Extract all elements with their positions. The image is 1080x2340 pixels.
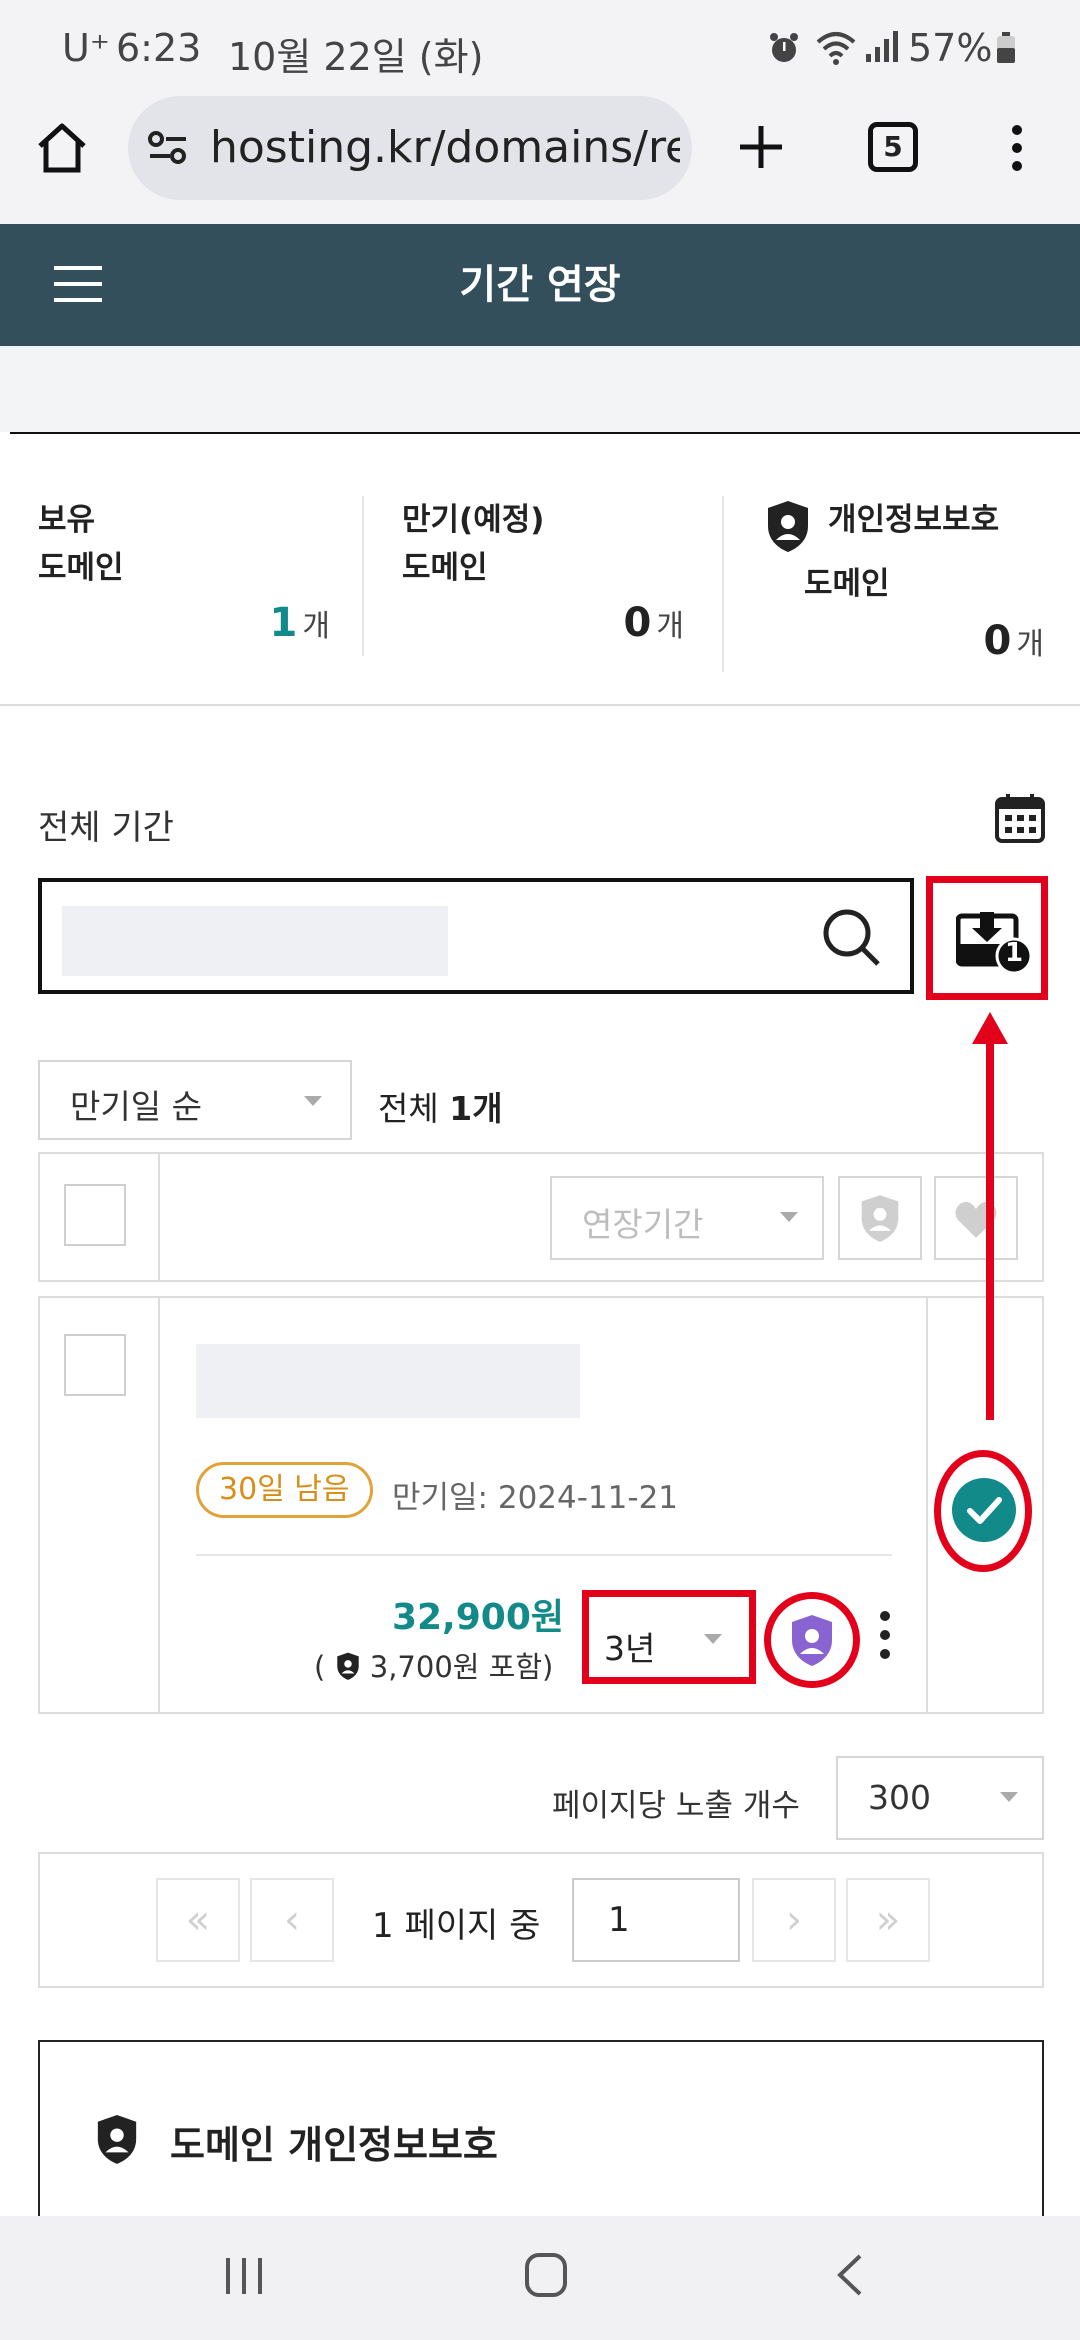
battery-icon <box>996 32 1016 68</box>
clock: 6:23 <box>116 26 202 70</box>
arrow-annotation <box>970 1010 1010 1424</box>
next-page-button[interactable]: › <box>752 1878 836 1962</box>
divider <box>158 1296 160 1714</box>
home-nav-icon[interactable] <box>524 2252 568 2302</box>
site-settings-icon[interactable] <box>146 126 190 174</box>
summary-top-border <box>10 432 1080 434</box>
shield-icon <box>94 2112 140 2170</box>
chevron-down-icon <box>1000 1792 1018 1802</box>
search-text-redacted <box>62 906 448 976</box>
shield-icon <box>336 1652 359 1680</box>
period-label[interactable]: 전체 기간 <box>38 800 174 849</box>
privacy-label-1: 개인정보보호 <box>828 502 1000 538</box>
shield-icon <box>858 1192 902 1248</box>
divider <box>196 1554 892 1556</box>
divider <box>158 1152 160 1282</box>
shield-icon <box>764 498 812 558</box>
plus-icon[interactable] <box>736 122 786 176</box>
check-circle-icon[interactable] <box>950 1476 1018 1548</box>
url-text[interactable]: hosting.kr/domains/re <box>210 122 680 173</box>
domain-name-redacted <box>196 1344 580 1418</box>
back-icon[interactable] <box>834 2252 864 2302</box>
price: 32,900원 <box>391 1597 564 1638</box>
last-page-button[interactable]: » <box>846 1878 930 1962</box>
chevron-down-icon <box>304 1096 322 1106</box>
carrier-label: U⁺ <box>62 26 110 70</box>
page-title: 기간 연장 <box>459 262 621 308</box>
per-page-value: 300 <box>868 1778 931 1817</box>
owned-label-1: 보유 <box>38 502 96 538</box>
date-label: 10월 22일 (화) <box>228 35 484 79</box>
expiry-date: 만기일: 2024-11-21 <box>392 1480 679 1516</box>
first-page-button[interactable]: « <box>156 1878 240 1962</box>
sort-selected: 만기일 순 <box>70 1087 202 1126</box>
summary-card <box>0 432 1080 706</box>
battery-level: 57% <box>908 26 993 70</box>
row-checkbox[interactable] <box>64 1334 126 1396</box>
period-select[interactable]: 3년 <box>604 1622 655 1670</box>
divider <box>926 1296 928 1714</box>
divider <box>722 496 724 672</box>
page-info: 1 페이지 중 <box>372 1906 541 1946</box>
select-all-checkbox[interactable] <box>64 1184 126 1246</box>
privacy-section-title: 도메인 개인정보보호 <box>170 2123 498 2167</box>
expiring-label-2: 도메인 <box>402 550 488 586</box>
download-badge: 1 <box>1004 938 1024 968</box>
alarm-icon <box>766 30 802 70</box>
privacy-count[interactable]: 0 개 <box>960 618 1044 664</box>
tabs-icon[interactable]: 5 <box>868 122 918 172</box>
total-count: 전체 1개 <box>378 1089 503 1128</box>
more-vert-icon[interactable] <box>1010 124 1024 176</box>
expiring-label-1: 만기(예정) <box>402 502 545 538</box>
days-left-badge: 30일 남음 <box>196 1462 373 1518</box>
divider <box>362 496 364 656</box>
chevron-down-icon <box>780 1212 798 1222</box>
prev-page-button[interactable]: ‹ <box>250 1878 334 1962</box>
home-icon[interactable] <box>34 120 90 180</box>
wifi-icon <box>814 28 858 72</box>
owned-count[interactable]: 1 개 <box>250 600 330 646</box>
chevron-down-icon <box>704 1634 722 1644</box>
calendar-icon[interactable] <box>994 792 1046 848</box>
owned-label-2: 도메인 <box>38 550 124 586</box>
per-page-label: 페이지당 노출 개수 <box>552 1788 800 1824</box>
privacy-toggle-icon[interactable] <box>786 1612 838 1672</box>
search-icon[interactable] <box>820 906 882 972</box>
page-input[interactable]: 1 <box>572 1878 740 1962</box>
privacy-label-2: 도메인 <box>804 566 890 602</box>
bulk-period-placeholder: 연장기간 <box>582 1205 704 1244</box>
signal-icon <box>864 30 900 68</box>
expiring-count[interactable]: 0 개 <box>600 600 684 646</box>
more-vert-icon[interactable] <box>878 1610 892 1664</box>
recent-apps-icon[interactable] <box>222 2256 266 2300</box>
price-note: ( 3,700원 포함) <box>314 1650 554 1684</box>
